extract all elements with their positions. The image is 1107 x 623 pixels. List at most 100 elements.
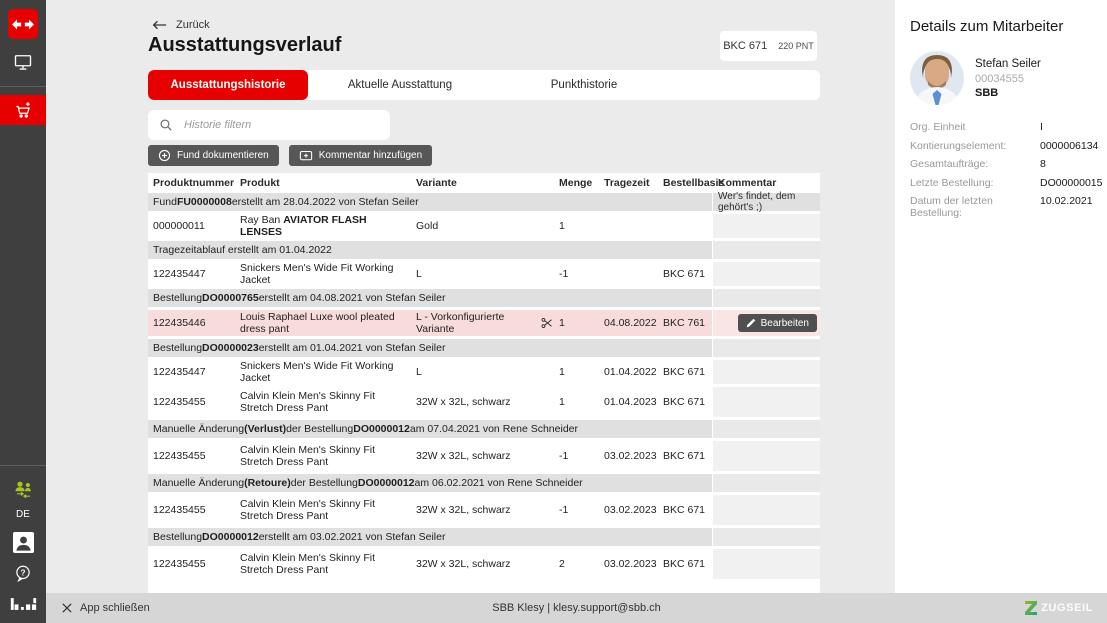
- detail-row: Org. Einheit I: [910, 121, 1097, 133]
- detail-row: Gesamtaufträge: 8: [910, 158, 1097, 170]
- column-header: Bestellbasis: [663, 177, 725, 189]
- detail-row: Letzte Bestellung: DO00000015: [910, 177, 1102, 189]
- table-row[interactable]: 000000011 Ray Ban AVIATOR FLASH LENSES Gol…: [148, 214, 820, 238]
- table-cell: 03.02.2023: [604, 558, 657, 570]
- language-selector[interactable]: DE: [16, 509, 30, 520]
- column-header: Produkt: [240, 177, 280, 189]
- table-row[interactable]: 122435455 Calvin Klein Men's Skinny Fit S…: [148, 441, 820, 471]
- close-app-button[interactable]: App schließen: [62, 602, 150, 614]
- monitor-icon[interactable]: [0, 47, 46, 77]
- table-cell: 01.04.2022: [604, 366, 657, 378]
- tab-aktuelle-ausstattung[interactable]: Aktuelle Ausstattung: [308, 70, 492, 100]
- table-cell: -1: [559, 450, 569, 462]
- table-row[interactable]: 122435455 Calvin Klein Men's Skinny Fit S…: [148, 549, 820, 579]
- comment-cell: [713, 241, 820, 259]
- variant-cell: L - Vorkonfigurierte Variante: [416, 311, 559, 335]
- comment-cell: [713, 495, 820, 525]
- tab-ausstattungshistorie[interactable]: Ausstattungshistorie: [148, 70, 308, 100]
- tab-punkthistorie[interactable]: Punkthistorie: [492, 70, 676, 100]
- detail-label: Gesamtaufträge:: [910, 158, 989, 170]
- users-switch-icon[interactable]: [0, 474, 46, 504]
- comment-cell: [713, 549, 820, 579]
- table-cell: 122435455: [153, 450, 206, 462]
- table-cell: BKC 761: [663, 317, 706, 329]
- product-cell: Calvin Klein Men's Skinny Fit Stretch Dr…: [240, 551, 376, 576]
- employee-company: SBB: [975, 86, 999, 99]
- product-cell: Calvin Klein Men's Skinny Fit Stretch Dr…: [240, 497, 376, 522]
- comment-cell: Wer's findet, dem gehört's ;): [713, 191, 820, 213]
- pencil-icon: [746, 318, 756, 328]
- product-cell: Calvin Klein Men's Skinny Fit Stretch Dr…: [240, 389, 376, 414]
- detail-label: Datum der letzten Bestellung:: [910, 195, 993, 219]
- detail-value: I: [1040, 121, 1043, 133]
- comment-cell: [713, 289, 820, 307]
- bkc-value: BKC 671: [723, 40, 768, 52]
- back-label: Zurück: [176, 19, 210, 31]
- comment-cell: [713, 528, 820, 546]
- table-row[interactable]: 122435446 Louis Raphael Luxe wool pleated…: [148, 310, 820, 336]
- fund-dokumentieren-button[interactable]: Fund dokumentieren: [148, 145, 279, 166]
- history-group-row: Manuelle Änderung (Retoure) der Bestellu…: [148, 474, 820, 492]
- kommentar-hinzufuegen-button[interactable]: Kommentar hinzufügen: [288, 145, 433, 166]
- comment-cell: [713, 339, 820, 357]
- table-cell: 1: [559, 220, 565, 232]
- back-button[interactable]: Zurück: [152, 19, 210, 31]
- table-cell: 1: [559, 317, 565, 329]
- plus-circle-icon: [158, 149, 171, 162]
- table-cell: 122435447: [153, 366, 206, 378]
- table-row[interactable]: 122435447 Snickers Men's Wide Fit Working…: [148, 360, 820, 384]
- help-icon[interactable]: ?: [0, 559, 46, 589]
- tab-bar: Ausstattungshistorie Aktuelle Ausstattung…: [148, 70, 820, 100]
- comment-cell: [713, 214, 820, 238]
- table-cell: 122435455: [153, 558, 206, 570]
- cart-plus-icon[interactable]: [0, 95, 46, 125]
- close-icon: [62, 603, 72, 613]
- history-group-row: Bestellung DO0000023 erstellt am 01.04.2…: [148, 339, 820, 357]
- detail-label: Org. Einheit: [910, 121, 966, 133]
- comment-cell: [713, 420, 820, 438]
- bearbeiten-button[interactable]: Bearbeiten: [737, 314, 817, 332]
- sbb-logo-icon[interactable]: [8, 9, 38, 39]
- employee-fields: Org. Einheit I Kontierungselement: 00000061…: [910, 121, 1102, 219]
- table-cell: 03.02.2023: [604, 450, 657, 462]
- product-cell: Calvin Klein Men's Skinny Fit Stretch Dr…: [240, 443, 376, 468]
- zugseil-name: ZUGSEIL: [1041, 602, 1093, 614]
- table-cell: BKC 671: [663, 396, 706, 408]
- table-header-row: Produktnummer Produkt Variante Menge Trageze…: [148, 173, 820, 193]
- table-row[interactable]: 122435455 Calvin Klein Men's Skinny Fit S…: [148, 387, 820, 417]
- detail-row: Kontierungselement: 0000006134: [910, 139, 1099, 152]
- table-row[interactable]: 122435447 Snickers Men's Wide Fit Working…: [148, 262, 820, 286]
- search-box: [148, 110, 390, 140]
- product-cell: Ray Ban AVIATOR FLASH LENSES: [240, 213, 367, 238]
- variant-cell: Gold: [416, 219, 439, 232]
- app-window: DE ? Zurück Ausstattungsverlauf BKC 671 …: [0, 0, 1107, 623]
- support-text: SBB Klesy | klesy.support@sbb.ch: [492, 602, 661, 614]
- employee-details-panel: Details zum Mitarbeiter Stefan Seiler 00…: [895, 0, 1107, 593]
- table-cell: BKC 671: [663, 366, 706, 378]
- history-group-row: Manuelle Änderung (Verlust) der Bestellu…: [148, 420, 820, 438]
- table-cell: BKC 671: [663, 504, 706, 516]
- back-arrow-icon: [152, 20, 167, 30]
- variant-cell: 32W x 32L, schwarz: [416, 395, 511, 408]
- table-row[interactable]: 122435455 Calvin Klein Men's Skinny Fit S…: [148, 495, 820, 525]
- table-cell: 1: [559, 396, 565, 408]
- close-app-label: App schließen: [80, 602, 150, 614]
- comment-cell: [713, 474, 820, 492]
- table-cell: BKC 671: [663, 450, 706, 462]
- column-header: Produktnummer: [153, 177, 235, 189]
- sidebar: DE ?: [0, 0, 46, 623]
- table-cell: 03.02.2023: [604, 504, 657, 516]
- search-icon: [159, 118, 173, 132]
- sidebar-divider: [0, 86, 46, 87]
- svg-text:?: ?: [21, 568, 26, 577]
- history-table: Produktnummer Produkt Variante Menge Trageze…: [148, 173, 820, 593]
- zugseil-brand: ZUGSEIL: [1025, 601, 1093, 615]
- search-input[interactable]: [182, 118, 379, 132]
- portrait-icon[interactable]: [0, 527, 46, 557]
- comment-cell: [713, 262, 820, 286]
- product-cell: Louis Raphael Luxe wool pleated dress pa…: [240, 310, 395, 335]
- detail-value: 0000006134: [1040, 139, 1099, 152]
- comment-cell: [713, 441, 820, 471]
- variant-cell: L: [416, 267, 422, 280]
- table-cell: 04.08.2022: [604, 317, 657, 329]
